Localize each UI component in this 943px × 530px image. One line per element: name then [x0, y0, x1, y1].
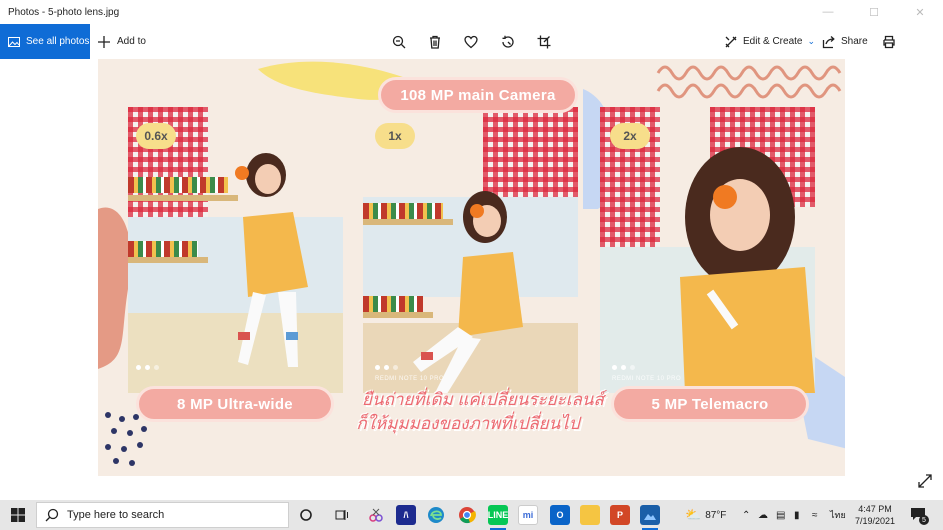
edit-create-button[interactable]: Edit & Create ⌄: [724, 24, 815, 59]
minimize-button[interactable]: —: [805, 0, 851, 24]
zoom-badge-1x: 1x: [375, 123, 415, 149]
pink-wave-scribble: [656, 65, 842, 99]
print-icon: [883, 35, 895, 49]
carousel-dots: [375, 365, 398, 370]
weather-widget[interactable]: ⛅ 87°F: [685, 500, 726, 530]
taskbar: Type here to search /\ LINE mi O P ⛅ 87°…: [0, 500, 943, 530]
zoom-icon: [392, 35, 406, 49]
title-bar: Photos - 5-photo lens.jpg — ☐ ✕: [0, 0, 943, 24]
powerpoint-icon[interactable]: P: [610, 505, 630, 525]
jars: [128, 177, 228, 193]
window-title: Photos - 5-photo lens.jpg: [8, 6, 120, 18]
zoom-button[interactable]: [388, 31, 410, 53]
add-to-label: Add to: [117, 36, 146, 47]
girl-figure: [235, 153, 308, 367]
clock-date: 7/19/2021: [854, 516, 896, 526]
delete-icon: [430, 35, 440, 49]
tray-chevron-icon[interactable]: ⌃: [742, 500, 750, 530]
plus-icon: [98, 35, 110, 48]
delete-button[interactable]: [424, 31, 446, 53]
carousel-dots: [612, 365, 635, 370]
taskbar-search-box[interactable]: Type here to search: [36, 502, 289, 528]
see-all-photos-button[interactable]: See all photos: [0, 24, 90, 59]
favorite-button[interactable]: [460, 31, 482, 53]
outlook-icon[interactable]: O: [550, 505, 570, 525]
share-label: Share: [841, 36, 868, 47]
photo-viewer[interactable]: 0.6x 1x REDMI NOTE 10 PRO 2x REDMI NOTE …: [0, 59, 943, 500]
chrome-icon[interactable]: [457, 505, 477, 525]
weather-temp: 87°F: [705, 509, 727, 521]
favorite-icon: [464, 35, 478, 49]
task-view-icon[interactable]: [332, 505, 352, 525]
add-to-button[interactable]: Add to: [97, 24, 146, 59]
battery-icon[interactable]: ▮: [794, 500, 800, 530]
wifi-icon[interactable]: ≈: [812, 500, 818, 530]
line-icon[interactable]: LINE: [488, 505, 508, 530]
ultrawide-label-pill: 8 MP Ultra-wide: [136, 386, 334, 422]
share-icon: [822, 35, 835, 48]
mi-icon[interactable]: mi: [518, 505, 538, 525]
search-placeholder: Type here to search: [67, 509, 165, 521]
jars: [128, 241, 198, 257]
caption-line-2: ก็ให้มุมมองของภาพที่เปลี่ยนไป: [356, 414, 580, 433]
photos-icon[interactable]: [640, 505, 660, 530]
share-button[interactable]: Share: [822, 24, 868, 59]
shelf: [128, 257, 208, 263]
device-watermark: REDMI NOTE 10 PRO: [375, 376, 445, 382]
weather-icon: ⛅: [685, 507, 702, 522]
photo-panel-main: 1x REDMI NOTE 10 PRO: [363, 107, 578, 393]
curtain-texture: [483, 107, 578, 197]
chevron-down-icon: ⌄: [807, 36, 816, 46]
caption-line-1: ยืนถ่ายที่เดิม แค่เปลี่ยนระยะเลนส์: [362, 390, 604, 409]
clock-time: 4:47 PM: [858, 504, 892, 514]
clock[interactable]: 4:47 PM 7/19/2021: [850, 503, 900, 527]
zoom-badge-2x: 2x: [610, 123, 650, 149]
start-button[interactable]: [0, 500, 36, 530]
edit-icon: [725, 36, 737, 47]
ps-icon[interactable]: /\: [396, 505, 416, 525]
windows-icon: [11, 508, 25, 522]
rotate-icon: [502, 35, 514, 48]
crop-button[interactable]: [533, 31, 555, 53]
notification-count: 5: [919, 515, 929, 525]
language-indicator[interactable]: ไทย: [830, 500, 846, 530]
maximize-button[interactable]: ☐: [851, 0, 897, 24]
photo-panel-telemacro: 2x REDMI NOTE 10 PRO: [600, 107, 815, 393]
explorer-icon[interactable]: [580, 505, 600, 525]
cortana-icon[interactable]: [296, 505, 316, 525]
toolbar: See all photos Add to Edit & Create ⌄ Sh…: [0, 24, 943, 59]
photo-image: 0.6x 1x REDMI NOTE 10 PRO 2x REDMI NOTE …: [98, 59, 845, 476]
carousel-dots: [136, 365, 159, 370]
snip-icon[interactable]: [366, 505, 386, 525]
edit-create-label: Edit & Create: [743, 36, 803, 47]
crop-icon: [537, 35, 551, 49]
print-button[interactable]: [878, 31, 900, 53]
zoom-badge-0.6x: 0.6x: [136, 123, 176, 149]
search-icon: [45, 508, 59, 522]
girl-figure: [680, 147, 815, 393]
close-button[interactable]: ✕: [897, 0, 943, 24]
rotate-button[interactable]: [497, 31, 519, 53]
photo-panel-ultrawide: 0.6x: [128, 107, 343, 393]
gallery-icon: [8, 36, 20, 47]
headline-pill: 108 MP main Camera: [378, 77, 578, 113]
see-all-photos-label: See all photos: [26, 36, 90, 47]
cloud-icon[interactable]: ☁: [758, 500, 768, 530]
girl-figure: [413, 191, 523, 393]
edge-icon[interactable]: [426, 505, 446, 525]
telemacro-label-pill: 5 MP Telemacro: [611, 386, 809, 422]
fullscreen-expand-icon[interactable]: [917, 473, 933, 489]
device-watermark: REDMI NOTE 10 PRO: [612, 376, 682, 382]
network-icon[interactable]: ▤: [776, 500, 785, 530]
